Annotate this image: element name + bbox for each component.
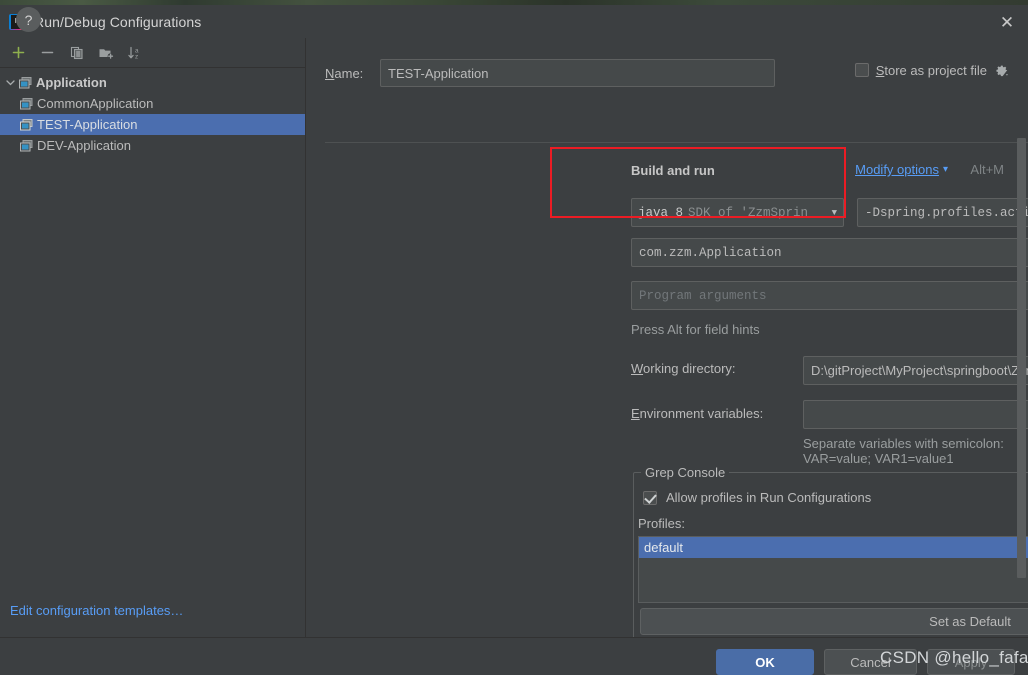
tree-item-test-application[interactable]: TEST-Application: [0, 114, 305, 135]
store-as-project-file-label: Store as project file: [875, 62, 987, 78]
configurations-sidebar: a z Application CommonApplication TEST-A…: [0, 38, 306, 637]
allow-profiles-label: Allow profiles in Run Configurations: [666, 490, 872, 505]
program-arguments-field[interactable]: Program arguments: [631, 281, 1028, 310]
sdk-secondary-label: SDK of 'ZzmSprin: [688, 205, 809, 220]
profile-list-item[interactable]: default: [639, 537, 1028, 558]
working-directory-value: D:\gitProject\MyProject\springboot\ZzmSp…: [811, 363, 1028, 378]
application-config-icon: [19, 138, 35, 154]
form-vertical-scrollbar[interactable]: [1016, 90, 1027, 635]
vm-options-field[interactable]: -Dspring.profiles.active=test: [857, 198, 1028, 227]
vm-options-value: -Dspring.profiles.active=test: [865, 205, 1028, 220]
store-as-project-file-checkbox[interactable]: [854, 63, 869, 77]
configuration-form-panel: Name: TEST-Application Store as project …: [306, 38, 1028, 637]
tree-item-dev-application[interactable]: DEV-Application: [0, 135, 305, 156]
add-configuration-button[interactable]: [5, 40, 32, 66]
store-as-project-file-row[interactable]: Store as project file: [854, 62, 1010, 78]
application-config-icon: [18, 75, 34, 91]
environment-variables-field[interactable]: [803, 400, 1028, 429]
dialog-titlebar: Run/Debug Configurations ✕: [0, 5, 1028, 38]
set-as-default-button[interactable]: Set as Default: [640, 608, 1028, 635]
gear-icon[interactable]: [994, 62, 1010, 78]
svg-text:z: z: [135, 53, 138, 60]
form-divider: [325, 142, 1028, 143]
chevron-down-icon: ▾: [942, 164, 948, 175]
grep-console-legend: Grep Console: [641, 465, 730, 480]
apply-button[interactable]: Apply: [927, 649, 1015, 675]
sidebar-toolbar: a z: [0, 38, 305, 68]
tree-item-label: DEV-Application: [37, 138, 131, 153]
scrollbar-thumb[interactable]: [1017, 138, 1026, 578]
modify-options-shortcut: Alt+M: [970, 162, 1004, 177]
sdk-primary-label: java 8: [638, 205, 684, 220]
profiles-list[interactable]: default: [638, 536, 1028, 603]
run-debug-configurations-dialog: Run/Debug Configurations ✕: [0, 0, 1028, 675]
tree-item-application[interactable]: Application: [0, 72, 305, 93]
application-config-icon: [19, 117, 35, 133]
cancel-button[interactable]: Cancel: [824, 649, 917, 675]
configurations-tree: Application CommonApplication TEST-Appli…: [0, 68, 305, 156]
sort-configurations-button[interactable]: a z: [121, 40, 148, 66]
main-class-value: com.zzm.Application: [639, 245, 782, 260]
dialog-title: Run/Debug Configurations: [34, 13, 202, 30]
jre-sdk-combobox[interactable]: java 8 SDK of 'ZzmSprin ▼: [631, 198, 844, 227]
modify-options-link[interactable]: Modify options ▾: [855, 162, 948, 177]
chevron-down-icon[interactable]: [2, 75, 18, 91]
tree-item-label: TEST-Application: [37, 117, 138, 132]
tree-item-label: Application: [36, 75, 107, 90]
program-arguments-placeholder: Program arguments: [639, 288, 767, 303]
working-directory-field[interactable]: D:\gitProject\MyProject\springboot\ZzmSp…: [803, 356, 1028, 385]
allow-profiles-row[interactable]: Allow profiles in Run Configurations: [643, 490, 871, 505]
dialog-body: a z Application CommonApplication TEST-A…: [0, 38, 1028, 637]
name-label: Name:: [325, 65, 364, 81]
ok-button[interactable]: OK: [716, 649, 814, 675]
edit-configuration-templates-link[interactable]: Edit configuration templates…: [10, 603, 183, 618]
environment-variables-label: Environment variables:: [631, 406, 764, 421]
tree-item-commonapplication[interactable]: CommonApplication: [0, 93, 305, 114]
working-directory-label: Working directory:: [631, 361, 736, 376]
new-folder-button[interactable]: [92, 40, 119, 66]
environment-variables-hint: Separate variables with semicolon: VAR=v…: [803, 436, 1004, 466]
field-hint-text: Press Alt for field hints: [631, 322, 760, 337]
remove-configuration-button[interactable]: [34, 40, 61, 66]
copy-configuration-button[interactable]: [63, 40, 90, 66]
allow-profiles-checkbox[interactable]: [643, 490, 657, 505]
chevron-down-icon: ▼: [831, 207, 837, 218]
main-class-field[interactable]: com.zzm.Application: [631, 238, 1028, 267]
help-button[interactable]: ?: [16, 7, 41, 32]
profiles-label: Profiles:: [638, 516, 685, 531]
close-icon[interactable]: ✕: [994, 9, 1020, 35]
name-input[interactable]: TEST-Application: [380, 59, 775, 87]
tree-item-label: CommonApplication: [37, 96, 154, 111]
build-and-run-title: Build and run: [631, 163, 715, 178]
form-scroll-area: Name: TEST-Application Store as project …: [306, 38, 1028, 637]
modify-options-label: Modify options: [855, 162, 939, 177]
application-config-icon: [19, 96, 35, 112]
